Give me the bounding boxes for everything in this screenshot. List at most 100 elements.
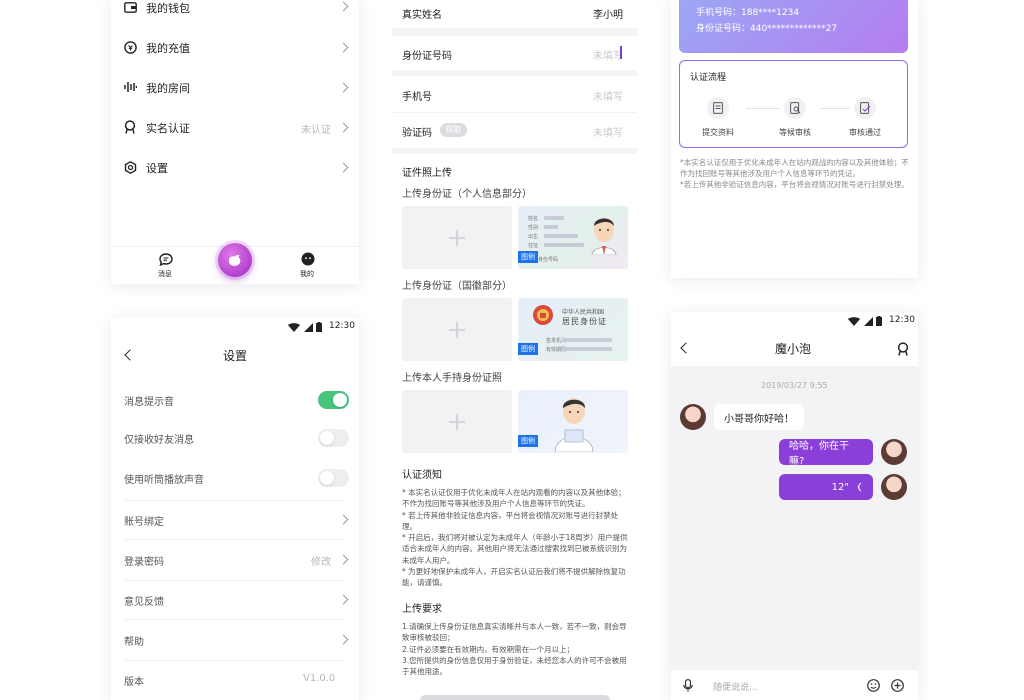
- person-holding-card-icon: [551, 392, 597, 452]
- verification-status-panel: 手机号码：188****1234 身份证号码：440*************2…: [671, 0, 918, 278]
- field-label: 验证码: [402, 128, 432, 139]
- avatar[interactable]: [881, 474, 907, 500]
- row-label: 账号绑定: [124, 517, 164, 528]
- phone-row: 手机号 未填写: [392, 76, 637, 112]
- submit-button[interactable]: [420, 695, 610, 700]
- name-value: 李小明: [593, 10, 623, 21]
- chevron-right-icon: [338, 634, 349, 645]
- get-code-button[interactable]: 获取: [440, 123, 467, 137]
- upload-back-box[interactable]: [402, 298, 512, 361]
- menu-item-room[interactable]: 我的房间: [111, 76, 359, 100]
- version-value: V1.0.0: [303, 673, 336, 684]
- card-line: [544, 243, 584, 247]
- text-cursor: [620, 46, 622, 59]
- earpiece-toggle[interactable]: [318, 469, 349, 487]
- row-divider: [124, 539, 346, 540]
- center-post-button[interactable]: [218, 243, 252, 277]
- person-illustration-icon: [586, 211, 622, 255]
- menu-item-verify[interactable]: 实名认证 未认证: [111, 116, 359, 140]
- avatar[interactable]: [680, 404, 706, 430]
- code-input[interactable]: 未填写: [593, 124, 623, 139]
- upload-hand-box[interactable]: [402, 390, 512, 453]
- sample-back-card: 中华人民共和国 居民身份证 签发机关 有效期限 图例: [518, 298, 628, 361]
- settings-row-password[interactable]: 登录密码 修改: [111, 550, 359, 570]
- real-name-form-panel: 真实姓名 李小明 身份证号码 未填写 手机号 未填写 验证码 获取 未填写 证件…: [392, 0, 637, 700]
- settings-panel: 12:30 设置 消息提示音 仅接收好友消息 使用听筒播放声音 账号绑定 登录密…: [111, 318, 359, 700]
- sample-tag: 图例: [518, 435, 538, 447]
- message-input[interactable]: 随便说说...: [713, 680, 758, 693]
- sample-tag: 图例: [518, 343, 538, 355]
- row-label: 登录密码: [124, 557, 164, 568]
- chevron-right-icon: [338, 162, 349, 173]
- plus-circle-icon[interactable]: [890, 678, 904, 692]
- card-field-label: 住址: [528, 243, 539, 249]
- national-emblem-icon: [532, 304, 554, 326]
- settings-icon: [123, 160, 137, 174]
- page-title: 设置: [223, 349, 248, 363]
- chevron-right-icon: [338, 42, 349, 53]
- step-label: 等候审核: [779, 128, 811, 137]
- recharge-icon: [123, 40, 137, 54]
- chevron-left-icon: [124, 349, 136, 361]
- message-bubble-received: 小哥哥你好哈！: [714, 404, 804, 430]
- back-button[interactable]: [678, 341, 692, 355]
- chevron-right-icon: [338, 514, 349, 525]
- toggle-row-sound: 消息提示音: [111, 390, 359, 410]
- message-text: 哈哈，你在干嘛?: [789, 441, 849, 467]
- upload-front-box[interactable]: [402, 206, 512, 269]
- menu-item-wallet[interactable]: 我的钱包: [111, 0, 359, 28]
- chat-panel: 12:30 魔小泡 2019/03/27 9:55 小哥哥你好哈！ 哈哈，你在干…: [671, 312, 918, 700]
- message-text: 12": [831, 481, 849, 493]
- friends-only-toggle[interactable]: [318, 429, 349, 447]
- card-line: [562, 338, 612, 342]
- status-bar: 12:30: [671, 312, 918, 330]
- status-time: 12:30: [889, 315, 915, 325]
- code-row: 验证码 获取 未填写: [392, 112, 637, 148]
- toggle-row-friends: 仅接收好友消息: [111, 428, 359, 448]
- tab-mine[interactable]: 我的: [293, 252, 323, 282]
- back-button[interactable]: [122, 348, 136, 362]
- voice-message-bubble[interactable]: 12": [779, 474, 873, 500]
- flow-step-review: 等候审核: [775, 97, 815, 137]
- upload-label: 上传身份证（个人信息部分）: [402, 189, 532, 200]
- chevron-right-icon: [338, 1, 349, 12]
- card-back-title-1: 中华人民共和国: [562, 309, 605, 316]
- chat-body: 2019/03/27 9:55 小哥哥你好哈！ 哈哈，你在干嘛? 12": [671, 366, 918, 670]
- notice-text: * 本实名认证仅用于优化未成年人在站内观看的内容以及其他体验；不作为找回账号等其…: [402, 488, 628, 588]
- menu-item-label: 我的钱包: [146, 2, 190, 15]
- row-label: 版本: [124, 677, 144, 688]
- id-info-card: 手机号码：188****1234 身份证号码：440*************2…: [679, 0, 908, 53]
- id-number-input[interactable]: 未填写: [593, 47, 623, 62]
- chat-timestamp: 2019/03/27 9:55: [761, 381, 828, 390]
- chevron-right-icon: [338, 554, 349, 565]
- user-face-icon: [301, 252, 315, 266]
- settings-row-feedback[interactable]: 意见反馈: [111, 590, 359, 610]
- menu-item-settings[interactable]: 设置: [111, 156, 359, 180]
- id-number-row: 身份证号码 未填写: [392, 36, 637, 70]
- user-badge-icon[interactable]: [896, 341, 910, 356]
- sample-front-card: 姓名 性别 出生 住址 公民身份号码 图例: [518, 206, 628, 269]
- field-label: 手机号: [402, 92, 432, 103]
- chevron-right-icon: [338, 82, 349, 93]
- sample-tag: 图例: [518, 251, 538, 263]
- toggle-knob: [320, 471, 334, 485]
- toggle-label: 消息提示音: [124, 397, 174, 408]
- menu-item-label: 我的房间: [146, 82, 190, 95]
- emoji-icon[interactable]: [866, 678, 880, 692]
- menu-item-recharge[interactable]: 我的充值: [111, 36, 359, 60]
- notice-title: 认证须知: [402, 470, 442, 481]
- card-field-label: 性别: [528, 225, 539, 231]
- message-text: 小哥哥你好哈！: [724, 413, 794, 425]
- settings-row-account-binding[interactable]: 账号绑定: [111, 510, 359, 530]
- settings-row-help[interactable]: 帮助: [111, 630, 359, 650]
- bird-icon: [227, 253, 243, 267]
- tab-messages[interactable]: 消息: [151, 252, 181, 282]
- avatar[interactable]: [881, 439, 907, 465]
- phone-input[interactable]: 未填写: [593, 88, 623, 103]
- message-sound-toggle[interactable]: [318, 391, 349, 409]
- card-line: [562, 347, 612, 351]
- status-time: 12:30: [329, 321, 355, 331]
- flow-title: 认证流程: [690, 73, 727, 83]
- toggle-knob: [320, 431, 334, 445]
- microphone-icon[interactable]: [682, 678, 694, 692]
